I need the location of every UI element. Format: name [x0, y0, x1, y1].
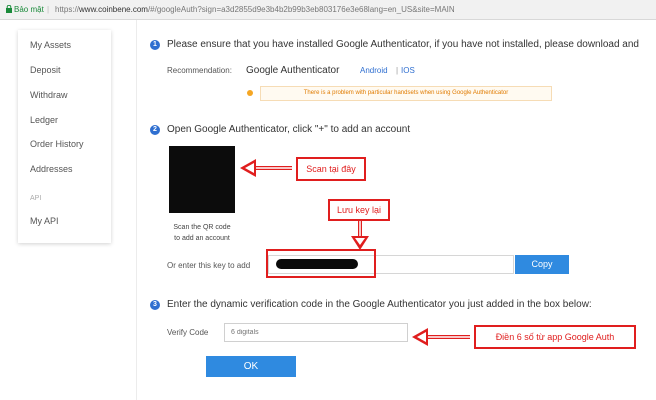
- step-3-text: Enter the dynamic verification code in t…: [167, 299, 592, 310]
- browser-address-bar[interactable]: Bảo mật | https://www.coinbene.com/#/goo…: [0, 0, 656, 20]
- sidebar-section-api: API: [30, 195, 42, 202]
- arrow-to-key-icon: [351, 220, 369, 250]
- sidebar-item-my-assets[interactable]: My Assets: [30, 40, 71, 50]
- android-link[interactable]: Android: [360, 66, 388, 75]
- copy-key-button[interactable]: Copy: [515, 255, 569, 274]
- arrow-to-verify-icon: [412, 328, 470, 346]
- sidebar-item-deposit[interactable]: Deposit: [30, 65, 61, 75]
- sidebar-item-ledger[interactable]: Ledger: [30, 115, 58, 125]
- verify-code-label: Verify Code: [167, 328, 209, 337]
- sidebar-item-my-api[interactable]: My API: [30, 216, 59, 226]
- content-divider: [136, 20, 137, 400]
- google-authenticator-name: Google Authenticator: [246, 65, 340, 76]
- link-separator: |: [396, 66, 399, 75]
- sidebar-item-withdraw[interactable]: Withdraw: [30, 90, 68, 100]
- qr-caption: Scan the QR code to add an account: [162, 222, 242, 244]
- account-sidebar: My Assets Deposit Withdraw Ledger Order …: [18, 30, 111, 243]
- annotation-enter-code: Điền 6 số từ app Google Auth: [474, 325, 636, 349]
- qr-code-redacted: [169, 146, 235, 213]
- warning-dot-icon: [247, 90, 253, 96]
- recommendation-label: Recommendation:: [167, 66, 232, 75]
- url-host: www.coinbene.com: [79, 5, 148, 14]
- annotation-save-key: Lưu key lại: [328, 199, 390, 221]
- url-scheme: https://: [55, 5, 80, 14]
- ios-link[interactable]: IOS: [401, 66, 415, 75]
- handset-warning: There is a problem with particular hands…: [260, 86, 552, 101]
- ok-button[interactable]: OK: [206, 356, 296, 377]
- annotation-scan-here: Scan tại đây: [296, 157, 366, 181]
- qr-caption-line-2: to add an account: [174, 235, 230, 242]
- secure-label: Bảo mật: [14, 5, 44, 14]
- step-1-number: 1: [150, 40, 160, 50]
- address-separator: |: [47, 5, 50, 14]
- key-label: Or enter this key to add: [167, 261, 251, 270]
- arrow-to-qr-icon: [240, 159, 292, 177]
- qr-caption-line-1: Scan the QR code: [173, 224, 231, 231]
- sidebar-item-addresses[interactable]: Addresses: [30, 164, 73, 174]
- verify-code-input[interactable]: [224, 323, 408, 342]
- lock-icon: [6, 5, 12, 13]
- step-2-number: 2: [150, 125, 160, 135]
- url-path: /#/googleAuth?sign=a3d2855d9e3b4b2b99b3e…: [147, 5, 455, 14]
- url-text[interactable]: https://www.coinbene.com/#/googleAuth?si…: [55, 0, 455, 19]
- step-2-text: Open Google Authenticator, click "+" to …: [167, 124, 411, 135]
- step-1-text: Please ensure that you have installed Go…: [167, 39, 639, 50]
- sidebar-item-order-history[interactable]: Order History: [30, 139, 84, 149]
- step-3-number: 3: [150, 300, 160, 310]
- secret-key-redacted: [276, 259, 358, 269]
